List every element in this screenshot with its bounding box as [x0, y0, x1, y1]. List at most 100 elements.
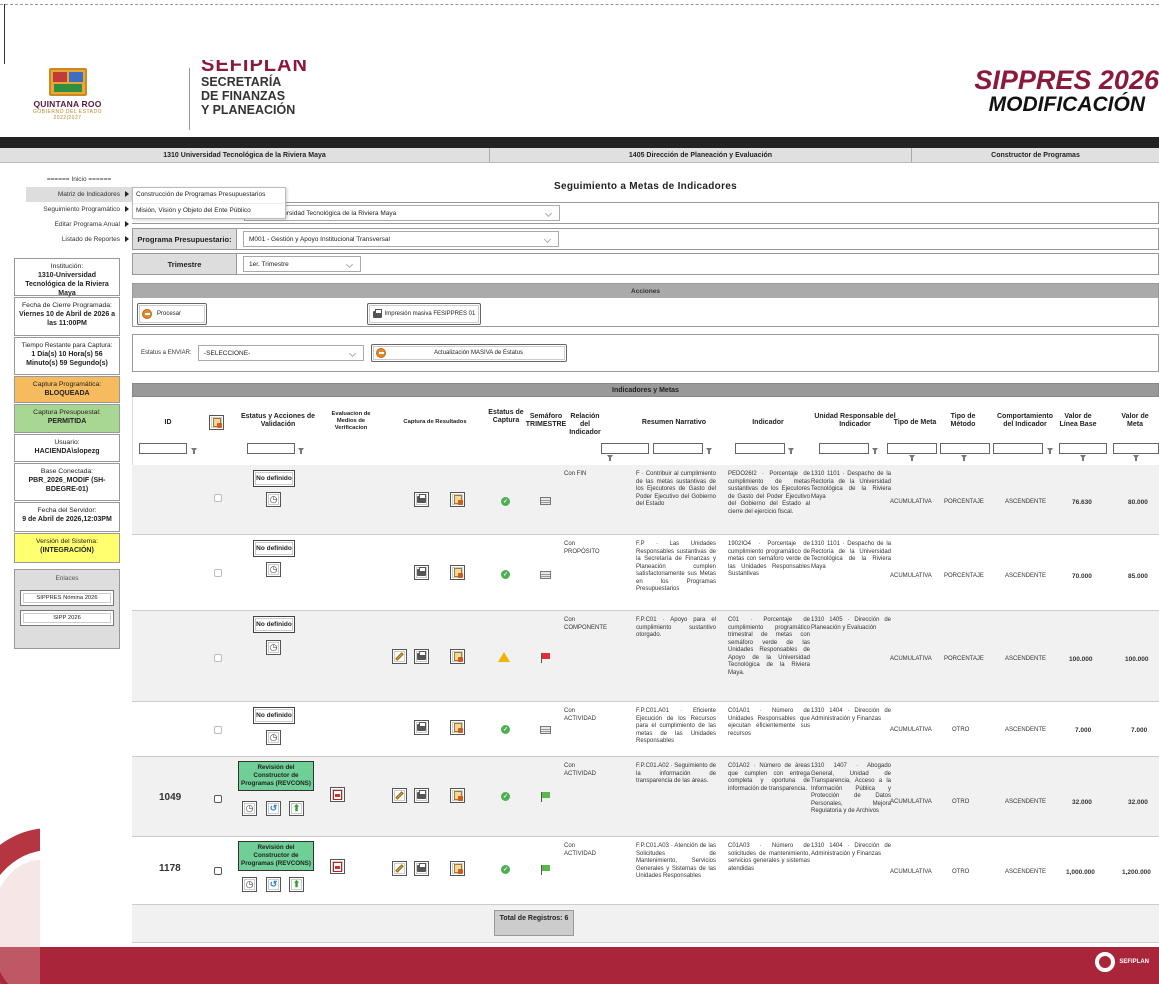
- table-icon: [540, 497, 551, 505]
- submenu-item-construccion[interactable]: Construcción de Programas Presupuestario…: [133, 188, 285, 203]
- tipo-metodo-cell: OTRO: [952, 727, 970, 733]
- closing-date-value: Viernes 10 de Abril de 2026 a las 11:00P…: [18, 311, 116, 327]
- clock-button[interactable]: ◷: [266, 730, 281, 745]
- filter-id[interactable]: [139, 443, 187, 454]
- filter-comportamiento[interactable]: [993, 443, 1043, 454]
- meta-cell: 7.000: [1131, 727, 1148, 734]
- filter-funnel-icon[interactable]: [788, 448, 794, 454]
- breadcrumb-unit: 1405 Dirección de Planeación y Evaluació…: [490, 148, 912, 162]
- pencil-icon: [395, 864, 404, 873]
- red-flag-icon: [541, 653, 551, 663]
- filter-meta[interactable]: [1113, 443, 1159, 454]
- estatus-enviar-select[interactable]: -SELECCIONE-: [198, 345, 364, 361]
- filter-funnel-icon[interactable]: [706, 448, 712, 454]
- print-row-button[interactable]: [414, 861, 429, 876]
- filter-estatus[interactable]: [247, 443, 295, 454]
- programa-select[interactable]: M001 - Gestión y Apoyo Institucional Tra…: [243, 231, 559, 247]
- menu-item-editar[interactable]: Editar Programa Anual: [26, 217, 132, 232]
- pencil-icon: [395, 791, 404, 800]
- filter-unidad[interactable]: [819, 443, 869, 454]
- filter-resumen[interactable]: [653, 443, 703, 454]
- approve-button[interactable]: ⬆: [289, 801, 304, 816]
- institution-value: 1310-Universidad Tecnológica de la Rivie…: [25, 272, 109, 297]
- menu-item-matriz[interactable]: Matriz de Indicadores: [26, 187, 132, 202]
- menu-item-inicio[interactable]: ====== Inicio ======: [26, 172, 132, 187]
- id-cell: 1178: [159, 863, 181, 874]
- footer-brand: SEFIPLAN: [1119, 959, 1149, 965]
- impresion-masiva-label: Impresión masiva FESIPPRES 01: [384, 311, 476, 317]
- menu-item-reportes[interactable]: Listado de Reportes: [26, 232, 132, 247]
- time-remaining-box: Tiempo Restante para Captura: 1 Día(s) 1…: [14, 337, 120, 375]
- filter-indicador[interactable]: [735, 443, 785, 454]
- undo-button[interactable]: ↺: [266, 801, 281, 816]
- approve-button[interactable]: ⬆: [289, 877, 304, 892]
- clock-button[interactable]: ◷: [266, 562, 281, 577]
- header-bar: [0, 137, 1159, 148]
- filter-linea-base[interactable]: [1059, 443, 1107, 454]
- clock-button[interactable]: ◷: [266, 492, 281, 507]
- menu-item-label: Seguimiento Programático: [43, 206, 120, 213]
- filter-tipo-meta[interactable]: [887, 443, 937, 454]
- unidad-cell: 1310 1405 · Dirección de Planeación y Ev…: [811, 617, 891, 631]
- impresion-masiva-button[interactable]: Impresión masiva FESIPPRES 01: [367, 303, 481, 325]
- row-checkbox[interactable]: [214, 726, 222, 734]
- meta-cell: 1,200.000: [1122, 869, 1151, 876]
- row-checkbox[interactable]: [214, 494, 222, 502]
- procesar-button[interactable]: Procesar: [137, 303, 207, 325]
- resumen-cell: F.P.C01.A03 · Atención de las Solicitude…: [636, 843, 716, 879]
- document-row-button[interactable]: [450, 649, 465, 664]
- filter-funnel-icon[interactable]: [961, 455, 967, 461]
- row-checkbox[interactable]: [214, 569, 222, 577]
- filter-funnel-icon[interactable]: [872, 448, 878, 454]
- menu-item-seguimiento[interactable]: Seguimiento Programático: [26, 202, 132, 217]
- filter-funnel-icon[interactable]: [1047, 448, 1053, 454]
- print-row-button[interactable]: [414, 492, 429, 507]
- filter-tipo-metodo[interactable]: [940, 443, 990, 454]
- document-row-button[interactable]: [450, 720, 465, 735]
- document-row-button[interactable]: [450, 565, 465, 580]
- edit-row-button[interactable]: [392, 649, 407, 664]
- comportamiento-cell: ASCENDENTE: [1005, 656, 1047, 662]
- pdf-button[interactable]: [330, 859, 345, 874]
- select-all-button[interactable]: [209, 415, 224, 430]
- col-captura: Captura de Resultados: [403, 419, 467, 425]
- submenu-item-mision[interactable]: Misión, Visión y Objeto del Ente Público: [133, 203, 285, 218]
- captura-programatica-box: Captura Programática: BLOQUEADA: [14, 376, 120, 403]
- document-row-button[interactable]: [450, 788, 465, 803]
- print-row-button[interactable]: [414, 788, 429, 803]
- print-row-button[interactable]: [414, 649, 429, 664]
- edit-row-button[interactable]: [392, 788, 407, 803]
- link-sippres-nomina[interactable]: SIPPRES Nómina 2026: [20, 590, 114, 606]
- status-badge: No definido: [253, 616, 295, 633]
- clock-button[interactable]: ◷: [266, 640, 281, 655]
- filter-relacion[interactable]: [601, 443, 649, 454]
- user-value: HACIENDA\slopezg: [34, 448, 100, 455]
- filter-funnel-icon[interactable]: [607, 455, 613, 461]
- filter-funnel-icon[interactable]: [909, 455, 915, 461]
- filter-funnel-icon[interactable]: [191, 448, 197, 454]
- link-sipp[interactable]: SIPP 2026: [20, 610, 114, 626]
- pdf-button[interactable]: [330, 787, 345, 802]
- clock-button[interactable]: ◷: [242, 877, 257, 892]
- row-checkbox[interactable]: [214, 795, 222, 803]
- filter-funnel-icon[interactable]: [298, 448, 304, 454]
- menu-item-label: Listado de Reportes: [61, 236, 120, 243]
- tipo-metodo-cell: PORCENTAJE: [944, 573, 984, 579]
- undo-button[interactable]: ↺: [266, 877, 281, 892]
- institution-select[interactable]: 1310 - Universidad Tecnológica de la Riv…: [244, 205, 560, 221]
- edit-row-button[interactable]: [392, 861, 407, 876]
- trimestre-select[interactable]: 1er. Trimestre: [243, 256, 361, 272]
- trimestre-label: Trimestre: [133, 254, 237, 274]
- filter-funnel-icon[interactable]: [1133, 455, 1139, 461]
- filter-funnel-icon[interactable]: [1080, 455, 1086, 461]
- clock-button[interactable]: ◷: [242, 801, 257, 816]
- table-title: Indicadores y Metas: [132, 383, 1159, 397]
- row-checkbox[interactable]: [214, 867, 222, 875]
- row-checkbox[interactable]: [214, 654, 222, 662]
- document-row-button[interactable]: [450, 492, 465, 507]
- actualizacion-masiva-button[interactable]: Actualización MASIVA de Estatus: [371, 344, 567, 362]
- print-row-button[interactable]: [414, 720, 429, 735]
- print-row-button[interactable]: [414, 565, 429, 580]
- document-row-button[interactable]: [450, 861, 465, 876]
- institution-row: 1310 - Universidad Tecnológica de la Riv…: [132, 202, 1159, 224]
